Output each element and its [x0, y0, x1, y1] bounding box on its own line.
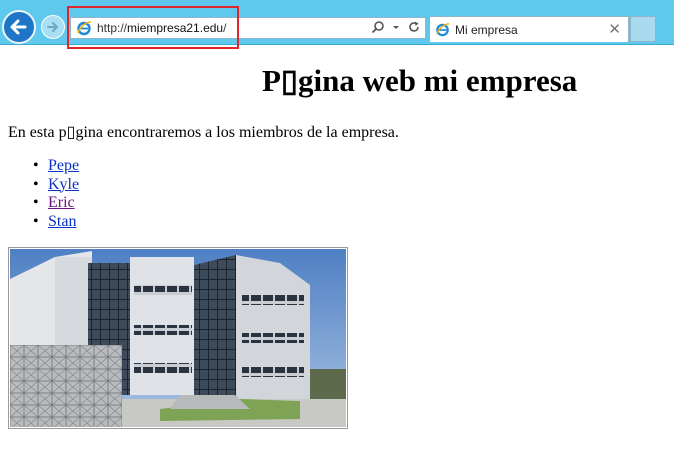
member-link-eric[interactable]: Eric [48, 194, 75, 211]
ie-logo-icon [436, 23, 450, 37]
list-item: Kyle [8, 176, 79, 195]
new-tab-button[interactable] [630, 16, 656, 42]
member-link-stan[interactable]: Stan [48, 213, 76, 230]
forward-icon [47, 22, 58, 32]
page-title: P▯gina web mi empresa [262, 63, 578, 98]
tab-title: Mi empresa [455, 23, 518, 37]
list-item: Stan [8, 213, 79, 232]
member-list: Pepe Kyle Eric Stan [8, 157, 79, 231]
intro-text: En esta p▯gina encontraremos a los miemb… [8, 124, 399, 141]
back-icon [10, 19, 27, 35]
list-item: Eric [8, 194, 79, 213]
member-link-kyle[interactable]: Kyle [48, 176, 79, 193]
forward-button[interactable] [41, 15, 65, 39]
url-highlight-box [67, 6, 239, 49]
refresh-icon[interactable] [407, 20, 421, 39]
member-link-pepe[interactable]: Pepe [48, 157, 79, 174]
list-item: Pepe [8, 157, 79, 176]
back-button[interactable] [2, 10, 36, 44]
company-building-image [8, 247, 348, 429]
tab-mi-empresa[interactable]: Mi empresa ✕ [429, 16, 629, 42]
dropdown-icon[interactable] [392, 20, 400, 39]
close-icon[interactable]: ✕ [608, 20, 621, 38]
search-icon[interactable] [371, 20, 385, 39]
